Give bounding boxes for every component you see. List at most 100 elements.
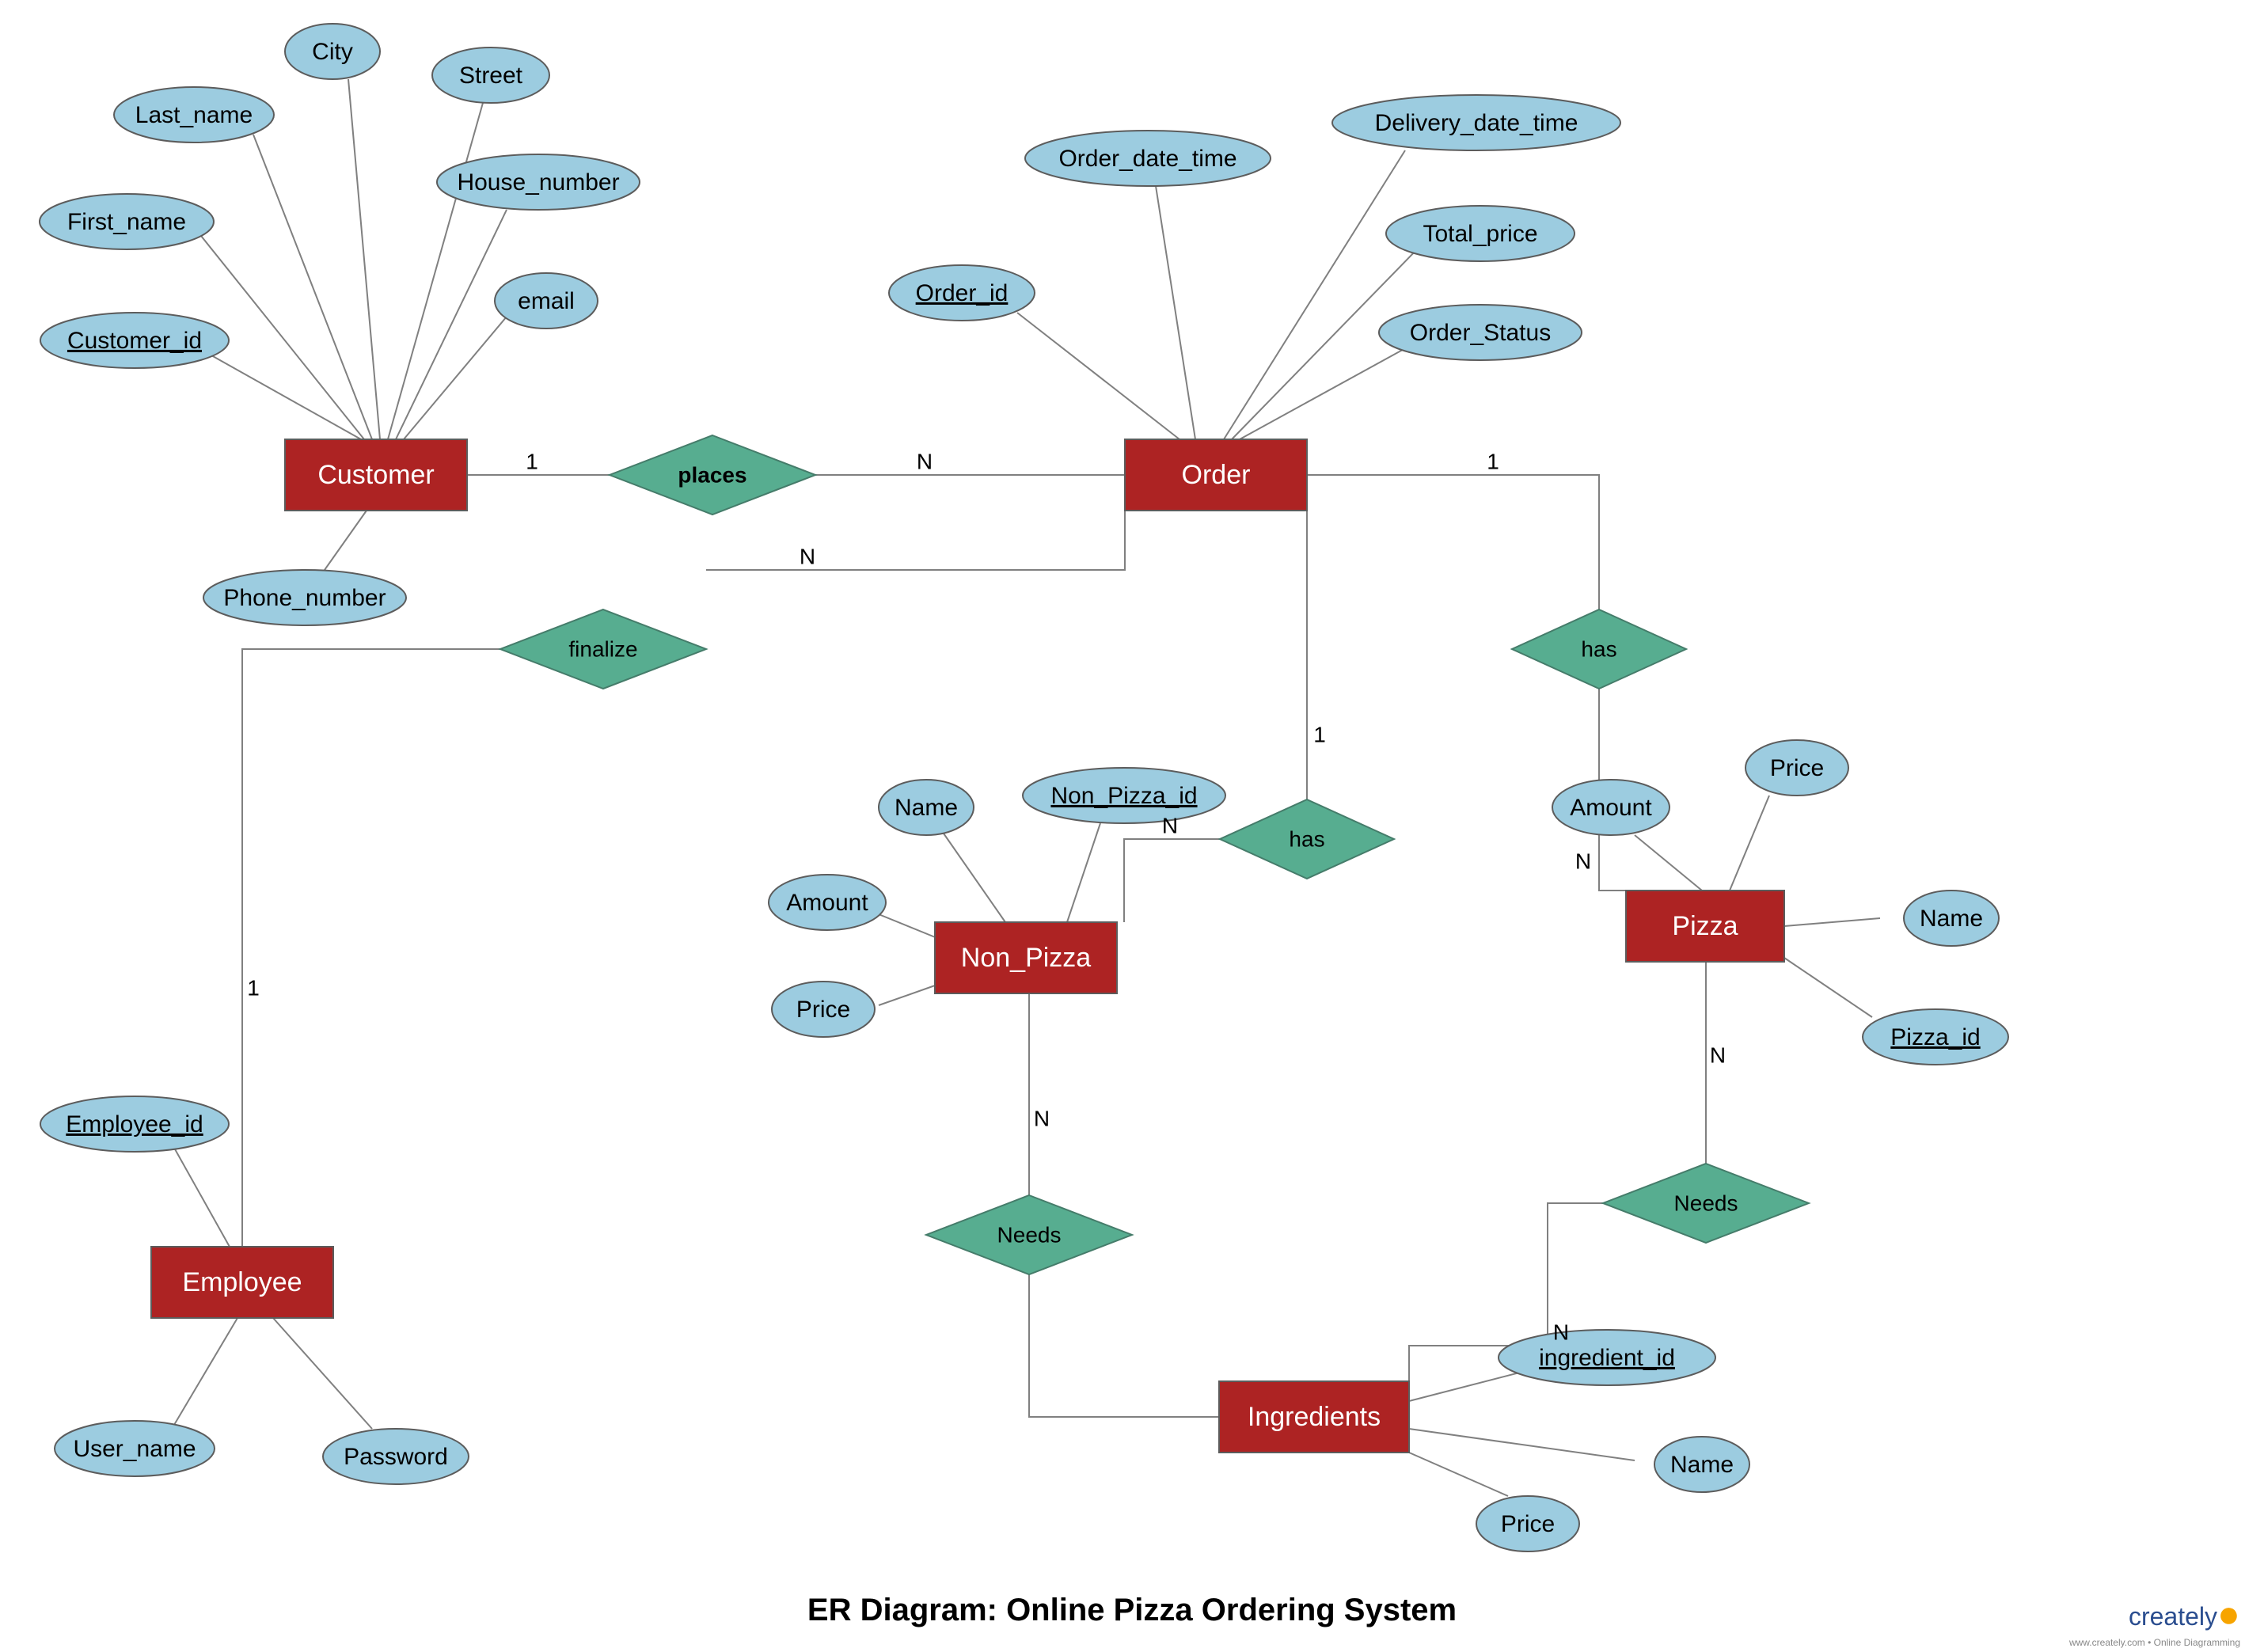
- attr-edge: [273, 1318, 372, 1429]
- diagram-title: ER Diagram: Online Pizza Ordering System: [0, 1593, 2264, 1628]
- attribute-label: Order_Status: [1410, 320, 1551, 346]
- edge-has2-non_pizza: [1124, 839, 1220, 922]
- attribute-label: Total_price: [1423, 221, 1537, 247]
- relationship-has1: has: [1512, 610, 1686, 689]
- cardinality-label: N: [800, 544, 815, 568]
- entity-label: Employee: [182, 1267, 302, 1297]
- attribute-customer-7: Phone_number: [203, 570, 406, 625]
- cardinality-label: N: [1162, 813, 1178, 837]
- attr-edge: [404, 317, 507, 439]
- attribute-order-4: Order_Status: [1379, 305, 1582, 360]
- cardinality-label: N: [1710, 1042, 1726, 1067]
- cardinality-label: N: [1553, 1320, 1569, 1344]
- cardinality-label: N: [917, 449, 933, 473]
- attribute-order-1: Order_date_time: [1025, 131, 1271, 186]
- attribute-label: User_name: [73, 1436, 196, 1462]
- relationship-label: places: [678, 462, 746, 487]
- relationship-label: Needs: [997, 1222, 1062, 1247]
- attribute-label: Name: [895, 795, 958, 821]
- cardinality-label: 1: [247, 975, 260, 1000]
- attr-edge: [1409, 1369, 1532, 1401]
- entity-label: Customer: [317, 460, 434, 490]
- attr-edge: [206, 352, 361, 439]
- relationship-places: places: [610, 435, 815, 515]
- attr-edge: [1409, 1453, 1508, 1496]
- attr-edge: [253, 135, 372, 439]
- attribute-label: Order_date_time: [1058, 146, 1236, 172]
- attribute-label: Password: [344, 1444, 448, 1470]
- attribute-label: Order_id: [916, 280, 1009, 306]
- attribute-customer-5: House_number: [437, 154, 640, 210]
- edge-order-finalize: [706, 511, 1125, 570]
- attribute-ingredients-2: Price: [1476, 1496, 1579, 1551]
- attribute-customer-4: Street: [432, 47, 549, 103]
- cardinality-label: 1: [1487, 449, 1499, 473]
- attribute-employee-1: User_name: [55, 1421, 215, 1476]
- relationship-label: has: [1581, 636, 1616, 661]
- cardinality-label: N: [1575, 849, 1591, 873]
- attribute-label: Employee_id: [66, 1111, 203, 1137]
- attr-edge: [1156, 186, 1195, 439]
- attribute-non_pizza-3: Price: [772, 982, 875, 1037]
- attr-edge: [942, 831, 1005, 922]
- attr-edge: [1409, 1429, 1635, 1460]
- attribute-label: Price: [1501, 1511, 1555, 1537]
- attr-edge: [1224, 150, 1405, 439]
- attribute-label: Phone_number: [223, 585, 386, 611]
- attribute-label: City: [312, 39, 353, 65]
- relationship-has2: has: [1220, 799, 1394, 879]
- edge-order-has1: [1307, 475, 1599, 610]
- attribute-label: Price: [796, 997, 850, 1023]
- entity-label: Non_Pizza: [961, 943, 1092, 973]
- attr-edge: [174, 1318, 237, 1425]
- attribute-order-0: Order_id: [889, 265, 1035, 321]
- entity-order: Order: [1125, 439, 1307, 511]
- attribute-label: Amount: [1570, 795, 1652, 821]
- attr-edge: [1240, 342, 1417, 439]
- attribute-label: Pizza_id: [1890, 1024, 1980, 1050]
- attribute-ingredients-1: Name: [1654, 1437, 1749, 1492]
- relationship-label: finalize: [568, 636, 637, 661]
- attribute-label: Name: [1920, 906, 1983, 932]
- entity-ingredients: Ingredients: [1219, 1381, 1409, 1453]
- attribute-label: Amount: [786, 890, 868, 916]
- attr-edge: [1784, 958, 1872, 1017]
- attribute-label: Customer_id: [67, 328, 202, 354]
- attribute-label: email: [518, 288, 575, 314]
- edge-finalize-employee: [242, 649, 500, 1247]
- attribute-label: Non_Pizza_id: [1050, 783, 1197, 809]
- attribute-ingredients-0: ingredient_id: [1499, 1330, 1715, 1385]
- attr-edge: [325, 511, 367, 570]
- entity-non_pizza: Non_Pizza: [935, 922, 1117, 993]
- attribute-label: Delivery_date_time: [1375, 110, 1578, 136]
- attribute-employee-0: Employee_id: [40, 1096, 229, 1152]
- attr-edge: [396, 210, 507, 439]
- attribute-order-3: Total_price: [1386, 206, 1575, 261]
- attr-edge: [174, 1148, 230, 1247]
- entity-pizza: Pizza: [1626, 891, 1784, 962]
- relationship-needs1: Needs: [1603, 1164, 1809, 1243]
- entity-label: Order: [1182, 460, 1251, 490]
- attribute-order-2: Delivery_date_time: [1332, 95, 1620, 150]
- attribute-customer-0: Customer_id: [40, 313, 229, 368]
- attribute-label: Name: [1670, 1452, 1734, 1478]
- attribute-pizza-3: Pizza_id: [1863, 1009, 2008, 1065]
- relationship-label: Needs: [1674, 1191, 1738, 1215]
- attr-edge: [1730, 796, 1769, 891]
- attribute-label: House_number: [457, 169, 619, 196]
- attribute-customer-6: email: [495, 273, 598, 329]
- attribute-label: Last_name: [135, 102, 253, 128]
- attribute-label: Price: [1770, 755, 1824, 781]
- attribute-label: First_name: [67, 209, 186, 235]
- attr-edge: [388, 103, 483, 439]
- attribute-customer-1: First_name: [40, 194, 214, 249]
- entity-label: Pizza: [1672, 911, 1738, 941]
- attr-edge: [1067, 823, 1100, 922]
- attr-edge: [1017, 313, 1179, 439]
- cardinality-label: N: [1034, 1106, 1050, 1130]
- attr-edge: [348, 79, 380, 439]
- attr-edge: [1635, 835, 1702, 891]
- relationship-needs2: Needs: [926, 1195, 1132, 1274]
- er-diagram-canvas: Customer_id First_name Last_name City Street…: [0, 0, 2264, 1652]
- edge-needs2-ingredients: [1029, 1274, 1219, 1417]
